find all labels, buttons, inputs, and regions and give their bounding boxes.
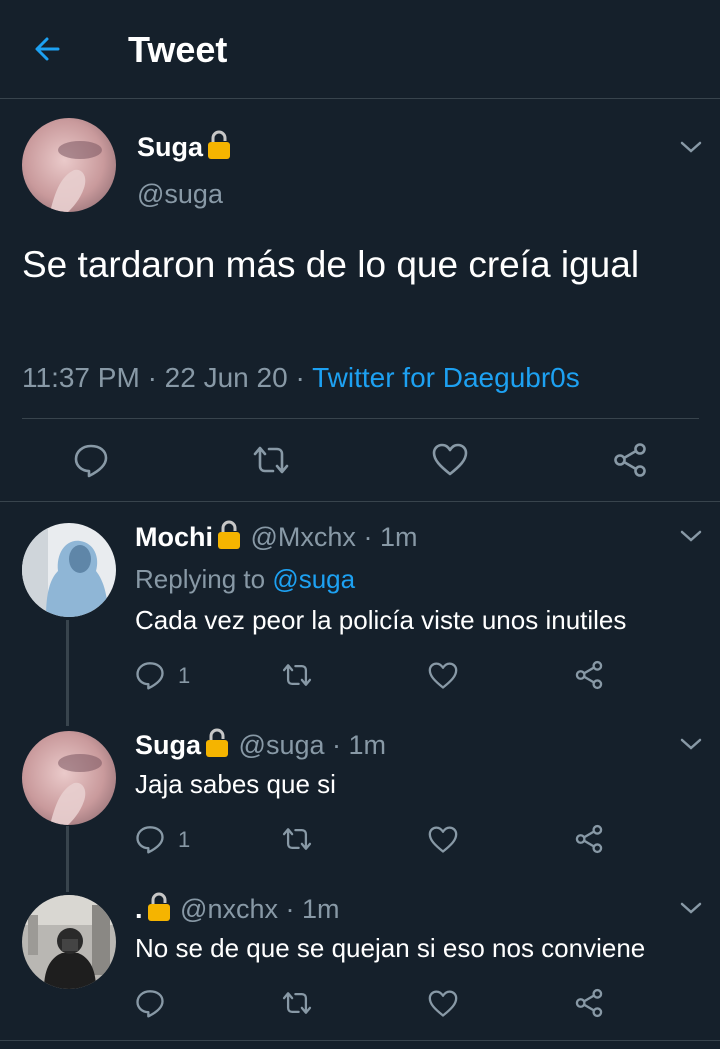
meta-dot: · [363,522,373,552]
tweet-time: 11:37 PM [22,362,140,393]
reply-author-handle[interactable]: @Mxchx [251,522,356,552]
tweet-text: Se tardaron más de lo que creía igual [22,244,640,285]
share-icon[interactable] [612,442,648,478]
reply-icon[interactable] [135,988,165,1018]
like-icon[interactable] [432,443,468,477]
reply-author-handle[interactable]: @suga [239,730,325,760]
reply-header: Suga @suga · 1m [135,726,386,764]
reply-icon[interactable] [73,442,109,478]
retweet-icon[interactable] [250,444,292,476]
arrow-left-icon [35,37,60,61]
author-handle[interactable]: @suga [137,176,223,212]
chevron-down-icon[interactable] [678,138,704,156]
lock-icon [208,130,231,159]
divider [22,418,699,419]
reply-header: Mochi @Mxchx · 1m [135,518,417,556]
meta-dot: · [285,894,295,924]
retweet-icon[interactable] [280,826,314,852]
reply-count: 1 [178,827,191,852]
reply-author-name[interactable]: Suga [135,730,201,760]
author-name[interactable]: Suga [137,128,233,166]
back-button[interactable] [28,28,70,70]
meta-dot: · [147,362,157,393]
retweet-icon[interactable] [280,990,314,1016]
reply-icon[interactable] [135,824,165,854]
tweet-date: 22 Jun 20 [164,362,288,393]
reply-header: . @nxchx · 1m [135,890,340,928]
reply-text: No se de que se quejan si eso nos convie… [135,933,646,963]
reply-text: Jaja sabes que si [135,769,336,799]
reply-time: 1m [379,522,418,552]
tweet-meta: 11:37 PM · 22 Jun 20 · Twitter for Daegu… [22,357,580,399]
like-icon[interactable] [428,990,458,1018]
top-bar: Tweet [0,0,720,99]
avatar-reply-author[interactable] [22,523,116,617]
share-icon[interactable] [574,660,604,690]
reply-author-handle[interactable]: @nxchx [180,894,278,924]
tweet-source-link[interactable]: Twitter for Daegubr0s [312,362,580,393]
replying-to: Replying to @suga [135,564,356,594]
reply-time: 1m [302,894,340,924]
page-title: Tweet [128,29,228,70]
lock-icon [206,728,229,757]
divider [0,1040,720,1041]
like-icon[interactable] [428,662,458,690]
reply-time: 1m [348,730,387,760]
avatar-reply-author[interactable] [22,731,116,825]
avatar-reply-author[interactable] [22,895,116,989]
meta-dot: · [295,362,305,393]
like-icon[interactable] [428,826,458,854]
lock-icon [147,892,170,921]
retweet-icon[interactable] [280,662,314,688]
chevron-down-icon[interactable] [678,735,704,753]
avatar-main-author[interactable] [22,118,116,212]
share-icon[interactable] [574,988,604,1018]
reply-icon[interactable] [135,660,165,690]
chevron-down-icon[interactable] [678,527,704,545]
lock-icon [218,520,240,549]
chevron-down-icon[interactable] [678,899,704,917]
thread-line [66,826,69,892]
divider [0,501,720,502]
share-icon[interactable] [574,824,604,854]
meta-dot: · [332,730,342,760]
reply-count: 1 [178,663,191,688]
reply-author-name[interactable]: . [135,894,143,924]
reply-author-name[interactable]: Mochi [135,522,213,552]
thread-line [66,620,69,726]
replying-to-link[interactable]: @suga [272,564,355,594]
reply-text: Cada vez peor la policía viste unos inut… [135,605,627,635]
